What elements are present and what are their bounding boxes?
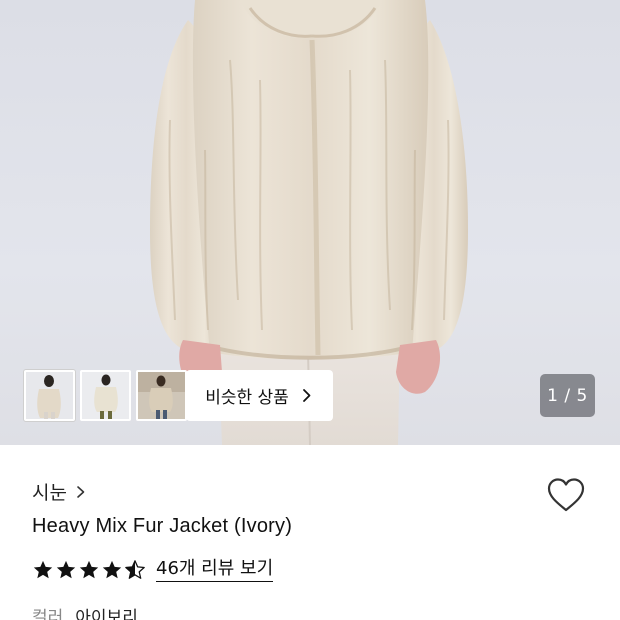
brand-link[interactable]: 시눈 [32,478,87,505]
star-half-icon [125,560,145,579]
product-title: Heavy Mix Fur Jacket (Ivory) [32,515,293,537]
thumbnail-1[interactable] [24,370,75,421]
thumbnail-model-styled-image [138,372,185,419]
similar-products-button[interactable]: 비슷한 상품 [186,370,333,421]
star-icon [56,560,76,579]
thumbnail-2[interactable] [80,370,131,421]
heart-outline-icon[interactable] [546,476,586,516]
thumbnail-3[interactable] [136,370,187,421]
thumbnail-model-front-image [26,372,73,419]
rating-stars [32,559,146,581]
rating-row: 46개 리뷰 보기 [32,558,274,582]
color-label: 컬러 [32,608,64,620]
brand-name: 시눈 [32,482,67,504]
color-option-row: 컬러 아이보리 [32,603,138,620]
view-reviews-link[interactable]: 46개 리뷰 보기 [156,558,274,582]
chevron-right-icon [77,485,85,498]
product-image-carousel[interactable]: 비슷한 상품 1 / 5 [0,0,620,445]
color-value: 아이보리 [75,608,138,620]
thumbnail-model-alt-image [82,372,129,419]
star-icon [33,560,53,579]
thumbnail-strip [24,370,187,421]
star-icon [102,560,122,579]
similar-products-label: 비슷한 상품 [205,388,289,408]
image-counter: 1 / 5 [540,374,595,417]
star-icon [79,560,99,579]
chevron-right-icon [302,389,311,402]
